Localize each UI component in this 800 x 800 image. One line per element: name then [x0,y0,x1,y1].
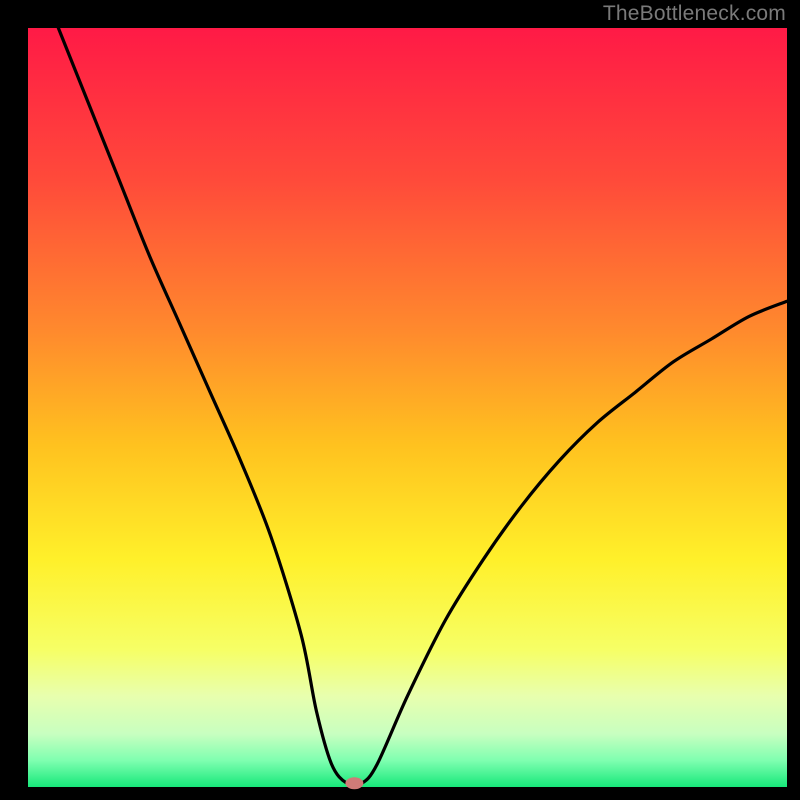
watermark-text: TheBottleneck.com [603,2,786,26]
chart-frame: TheBottleneck.com [0,0,800,800]
bottleneck-chart [0,0,800,800]
plot-area [28,28,787,787]
minimum-marker [345,777,363,789]
